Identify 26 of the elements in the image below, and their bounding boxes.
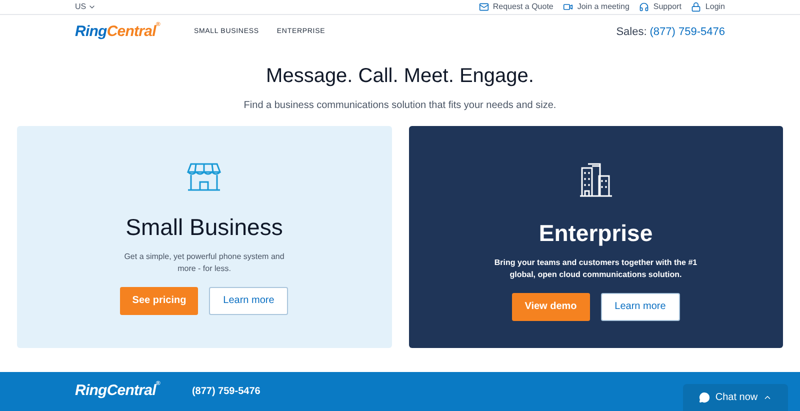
hero-subtitle: Find a business communications solution that fits your needs and size. [242, 99, 558, 113]
lock-icon [691, 2, 702, 12]
chat-button[interactable]: Chat now [683, 384, 788, 411]
chevron-down-icon [88, 3, 96, 11]
hero-title: Message. Call. Meet. Engage. [265, 64, 535, 89]
mail-icon [478, 2, 489, 12]
learn-more-button[interactable]: Learn more [209, 286, 288, 314]
headset-icon [639, 2, 650, 12]
learn-more-button[interactable]: Learn more [600, 292, 680, 320]
utility-link[interactable]: Join a meeting [563, 1, 630, 13]
card-title: Small Business [126, 213, 283, 242]
chevron-up-icon [762, 393, 772, 402]
card-description: Get a simple, yet powerful phone system and more - for less. [123, 250, 286, 274]
sales-phone-link[interactable]: (877) 759-5476 [650, 24, 725, 40]
footer-phone-link[interactable]: (877) 759-5476 [192, 384, 260, 399]
utility-link[interactable]: Login [691, 1, 725, 13]
card-description: Bring your teams and customers together with the #1 global, open cloud communications solution. [493, 256, 698, 280]
video-camera-icon [563, 2, 574, 12]
card-title: Enterprise [538, 219, 653, 248]
storefront-icon [187, 162, 222, 192]
chat-bubble-icon [699, 392, 710, 403]
buildings-icon [578, 162, 613, 198]
utility-link[interactable]: Request a Quote [478, 1, 554, 13]
region-selector[interactable]: US [75, 1, 96, 13]
utility-link[interactable]: Support [639, 1, 682, 13]
sales-label: Sales: [616, 24, 647, 40]
